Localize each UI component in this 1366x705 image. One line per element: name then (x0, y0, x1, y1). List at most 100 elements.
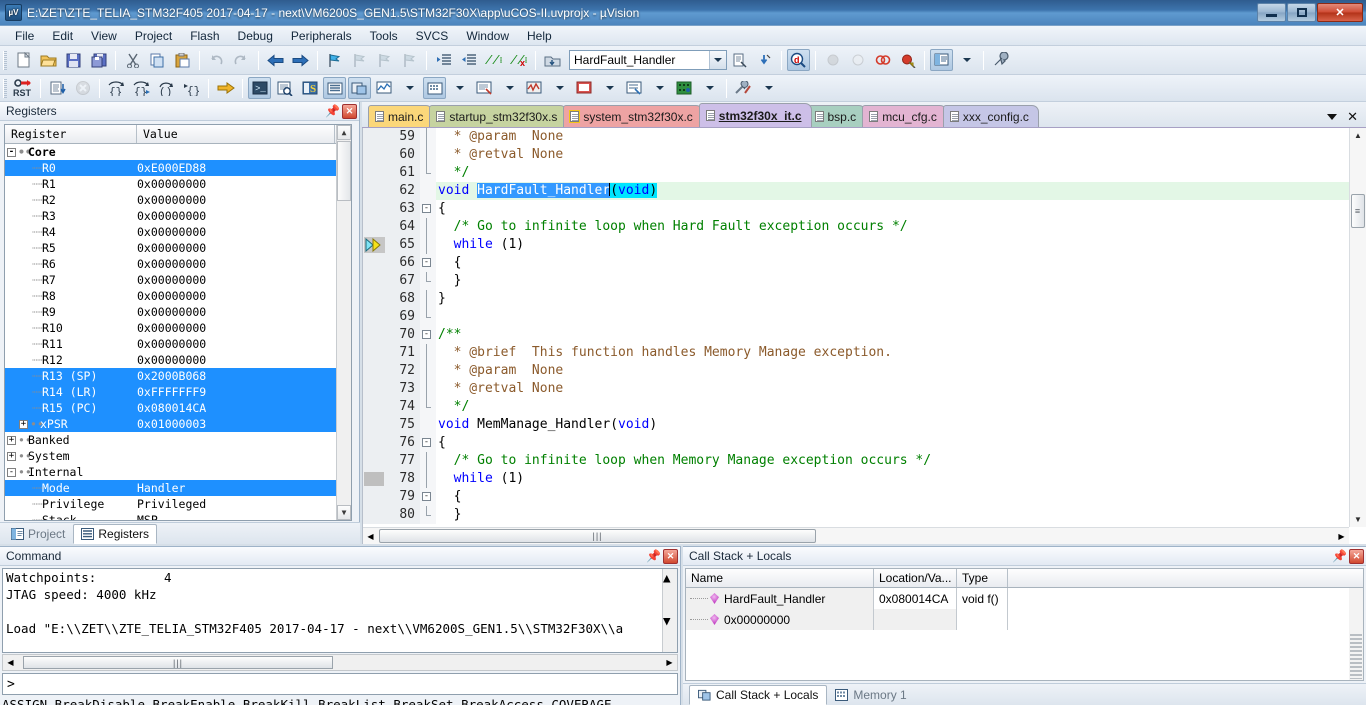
watch-window-dropdown[interactable] (398, 77, 421, 99)
breakpoint-gutter[interactable] (363, 254, 386, 272)
menu-edit[interactable]: Edit (43, 27, 82, 45)
bookmark-prev-icon[interactable] (348, 49, 371, 71)
fold-gutter[interactable]: - (420, 326, 436, 344)
fold-gutter[interactable] (420, 290, 436, 308)
watch-window-icon[interactable] (373, 77, 396, 99)
editor-tab-main-c[interactable]: main.c (368, 105, 434, 127)
fold-gutter[interactable] (420, 506, 436, 524)
breakpoint-gutter[interactable] (363, 236, 386, 254)
register-row[interactable]: ┈┈ R4 0x00000000 (5, 224, 351, 240)
step-over-icon[interactable]: {} (130, 77, 153, 99)
code-line[interactable]: 66- { (363, 254, 1349, 272)
analysis-window-icon[interactable] (523, 77, 546, 99)
save-icon[interactable] (62, 49, 85, 71)
register-row[interactable]: ┈┈ R5 0x00000000 (5, 240, 351, 256)
tab-registers[interactable]: Registers (73, 524, 158, 544)
collapse-icon[interactable]: - (7, 467, 16, 477)
callstack-type[interactable]: void f() (957, 588, 1008, 609)
scrollbar-thumb[interactable]: ||| (23, 656, 333, 669)
code-editor[interactable]: 59 * @param None 60 * @retval None 61 */62… (362, 128, 1366, 544)
symbols-window-icon[interactable]: S (298, 77, 321, 99)
breakpoint-gutter[interactable] (363, 362, 386, 380)
callstack-scrollbar[interactable] (1349, 588, 1363, 680)
fold-gutter[interactable] (420, 398, 436, 416)
column-header-register[interactable]: Register (5, 125, 137, 143)
breakpoint-gutter[interactable] (363, 398, 386, 416)
scroll-up-icon[interactable]: ▲ (1350, 128, 1366, 143)
system-viewer-dropdown[interactable] (648, 77, 671, 99)
column-header-value[interactable]: Value (137, 125, 335, 143)
fold-gutter[interactable] (420, 146, 436, 164)
bookmark-toggle-icon[interactable] (323, 49, 346, 71)
trace-icon[interactable] (573, 77, 596, 99)
editor-tab-bsp-c[interactable]: bsp.c (807, 105, 867, 127)
register-row[interactable]: - •• Core (5, 144, 351, 160)
breakpoint-gutter[interactable] (363, 128, 386, 146)
breakpoint-gutter[interactable] (363, 272, 386, 290)
uncomment-icon[interactable]: //≡x (507, 49, 530, 71)
register-row[interactable]: ┈┈ R9 0x00000000 (5, 304, 351, 320)
fold-gutter[interactable] (420, 236, 436, 254)
reset-cpu-icon[interactable]: RST (12, 77, 35, 99)
cut-icon[interactable] (121, 49, 144, 71)
chevron-down-icon[interactable] (1327, 113, 1338, 120)
code-line[interactable]: 77 /* Go to infinite loop when Memory Ma… (363, 452, 1349, 470)
indent-icon[interactable] (432, 49, 455, 71)
breakpoint-gutter[interactable] (363, 200, 386, 218)
chevron-down-icon[interactable] (709, 51, 726, 69)
breakpoint-gutter[interactable] (363, 344, 386, 362)
menu-tools[interactable]: Tools (361, 27, 407, 45)
fold-gutter[interactable]: - (420, 254, 436, 272)
code-line[interactable]: 63-{ (363, 200, 1349, 218)
pin-icon[interactable]: 📌 (646, 549, 661, 564)
register-row[interactable]: ┈┈ R13 (SP) 0x2000B068 (5, 368, 351, 384)
breakpoint-gutter[interactable] (363, 326, 386, 344)
scroll-left-icon[interactable]: ◀ (3, 655, 18, 670)
register-row[interactable]: ┈┈ R10 0x00000000 (5, 320, 351, 336)
registers-scrollbar[interactable]: ▲ ▼ (336, 125, 351, 520)
bookmark-next-icon[interactable] (373, 49, 396, 71)
breakpoint-gutter[interactable] (363, 434, 386, 452)
copy-icon[interactable] (146, 49, 169, 71)
step-out-icon[interactable]: () (155, 77, 178, 99)
code-line[interactable]: 59 * @param None (363, 128, 1349, 146)
menu-project[interactable]: Project (126, 27, 181, 45)
fold-gutter[interactable]: - (420, 434, 436, 452)
breakpoint-gutter[interactable] (363, 290, 386, 308)
close-icon[interactable]: ✕ (342, 103, 357, 119)
tab-call-stack-locals[interactable]: Call Stack + Locals (689, 685, 828, 705)
undo-icon[interactable] (205, 49, 228, 71)
register-row[interactable]: ┈┈ R1 0x00000000 (5, 176, 351, 192)
code-line[interactable]: 70-/** (363, 326, 1349, 344)
scroll-left-icon[interactable]: ◀ (363, 528, 378, 544)
scrollbar-thumb[interactable] (1350, 634, 1362, 679)
code-line[interactable]: 74 */ (363, 398, 1349, 416)
register-row[interactable]: ┈┈ R7 0x00000000 (5, 272, 351, 288)
fold-collapse-icon[interactable]: - (422, 258, 431, 267)
table-row[interactable]: 0x00000000 (686, 609, 1363, 630)
code-line[interactable]: 60 * @retval None (363, 146, 1349, 164)
close-button[interactable]: ✕ (1317, 3, 1363, 22)
editor-horizontal-scrollbar[interactable]: ◀ ||| ▶ (363, 527, 1349, 544)
scroll-right-icon[interactable]: ▶ (1334, 528, 1349, 544)
breakpoint-gutter[interactable] (363, 506, 386, 524)
code-line[interactable]: 62 void HardFault_Handler(void) (363, 182, 1349, 200)
register-row[interactable]: ┈┈ R2 0x00000000 (5, 192, 351, 208)
menu-peripherals[interactable]: Peripherals (282, 27, 361, 45)
paste-icon[interactable] (171, 49, 194, 71)
column-header-location[interactable]: Location/Va... (874, 569, 957, 587)
register-row[interactable]: ┈┈ R15 (PC) 0x080014CA (5, 400, 351, 416)
menu-svcs[interactable]: SVCS (407, 27, 458, 45)
debug-icon[interactable]: d (787, 49, 810, 71)
code-line[interactable]: 67 } (363, 272, 1349, 290)
step-into-icon[interactable]: {} (105, 77, 128, 99)
code-line[interactable]: 73 * @retval None (363, 380, 1349, 398)
toolbox-dropdown[interactable] (757, 77, 780, 99)
register-row[interactable]: - •• Internal (5, 464, 351, 480)
pin-icon[interactable]: 📌 (1332, 549, 1347, 564)
editor-vertical-scrollbar[interactable]: ▲ ≡ ▼ (1349, 128, 1366, 527)
outdent-icon[interactable] (457, 49, 480, 71)
serial-window-icon[interactable] (473, 77, 496, 99)
fold-gutter[interactable] (420, 308, 436, 326)
fold-collapse-icon[interactable]: - (422, 204, 431, 213)
